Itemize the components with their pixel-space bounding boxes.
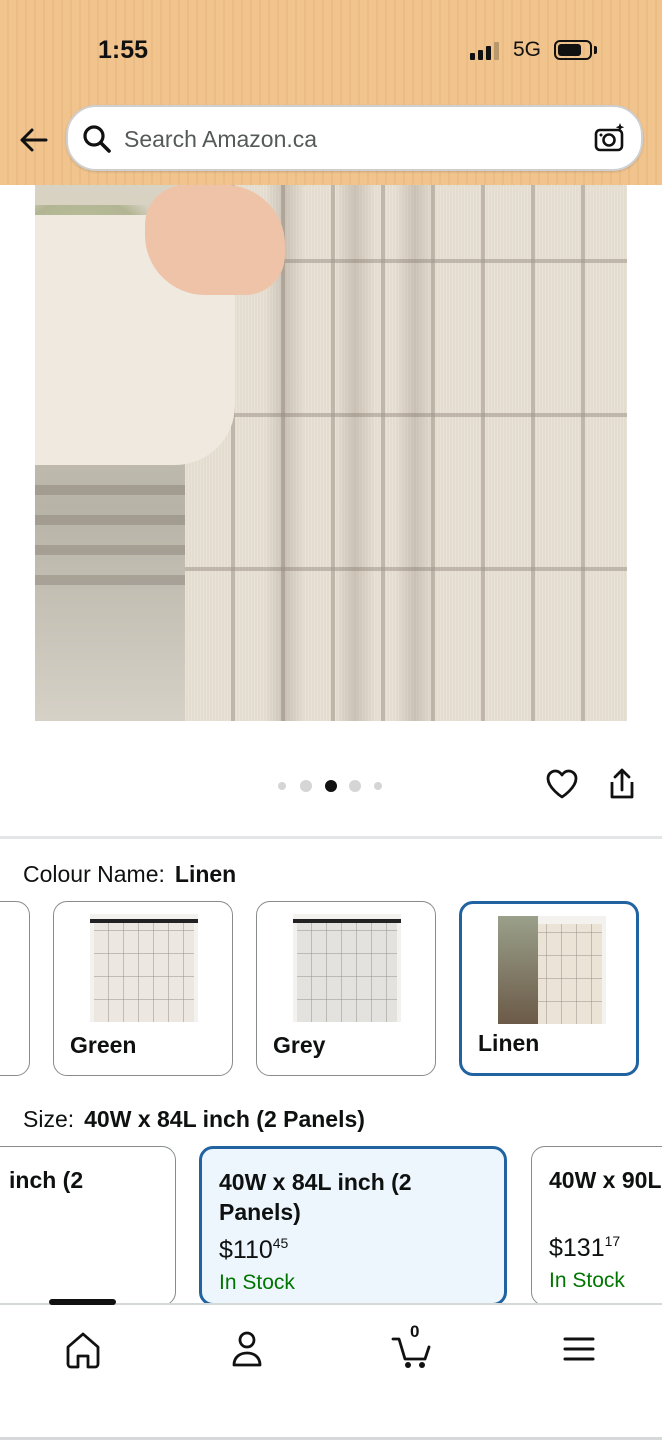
signal-icon (470, 42, 502, 60)
menu-icon[interactable] (554, 1327, 604, 1371)
size-option[interactable]: inch (2 (0, 1146, 176, 1306)
hand (145, 185, 285, 295)
colour-label-text: Colour Name: (23, 861, 165, 887)
swatch-thumbnail (90, 914, 198, 1022)
account-icon[interactable] (222, 1327, 272, 1371)
product-page: 1:55 5G Search Amazon.ca Colour Name: Li… (0, 0, 662, 1440)
colour-swatch-green[interactable]: Green (53, 901, 233, 1076)
size-label-text: Size: (23, 1106, 75, 1132)
battery-icon (554, 40, 592, 60)
swatch-label: Green (70, 1032, 137, 1058)
swatch-thumbnail (498, 916, 606, 1024)
stock-status: In Stock (219, 1271, 295, 1294)
status-time: 1:55 (98, 36, 149, 64)
colour-label: Colour Name: Linen (23, 861, 236, 888)
swatch-label: Linen (478, 1030, 540, 1056)
product-image[interactable] (35, 185, 627, 721)
size-option-selected[interactable]: 40W x 84L inch (2 Panels) $11045 In Stoc… (199, 1146, 507, 1306)
home-icon[interactable] (58, 1327, 108, 1371)
size-option[interactable]: 40W x 90L Panels) $13117 In Stock (531, 1146, 662, 1306)
cart-count: 0 (410, 1322, 420, 1341)
size-label: Size: 40W x 84L inch (2 Panels) (23, 1106, 365, 1133)
size-option-price: $13117 (549, 1233, 621, 1262)
size-option-title: 40W x 90L Panels) (549, 1167, 662, 1193)
colour-swatch-linen[interactable]: Linen (459, 901, 639, 1076)
active-tab-indicator (49, 1299, 116, 1305)
colour-selected-value: Linen (174, 861, 237, 887)
app-header: 1:55 5G Search Amazon.ca (0, 0, 662, 185)
network-type: 5G (513, 38, 542, 61)
stock-status: In Stock (549, 1269, 625, 1292)
search-bar[interactable]: Search Amazon.ca (66, 105, 643, 171)
swatch-thumbnail (293, 914, 401, 1022)
arrow-left-icon[interactable] (16, 122, 52, 158)
battery-nub (594, 46, 597, 54)
search-input[interactable]: Search Amazon.ca (124, 126, 317, 153)
share-icon[interactable] (605, 766, 639, 802)
heart-icon[interactable] (544, 766, 580, 802)
colour-swatch-offscreen[interactable] (0, 901, 30, 1076)
size-option-price: $11045 (219, 1235, 289, 1264)
search-icon (82, 124, 112, 154)
size-option-title: inch (2 (9, 1167, 84, 1193)
size-selected-value: 40W x 84L inch (2 Panels) (84, 1106, 365, 1132)
colour-swatch-grey[interactable]: Grey (256, 901, 436, 1076)
bottom-navigation: 0 (0, 1299, 662, 1440)
swatch-label: Grey (273, 1032, 326, 1058)
size-option-title: 40W x 84L inch (2 Panels) (219, 1169, 412, 1225)
section-divider (0, 836, 662, 839)
camera-icon[interactable] (593, 121, 627, 155)
